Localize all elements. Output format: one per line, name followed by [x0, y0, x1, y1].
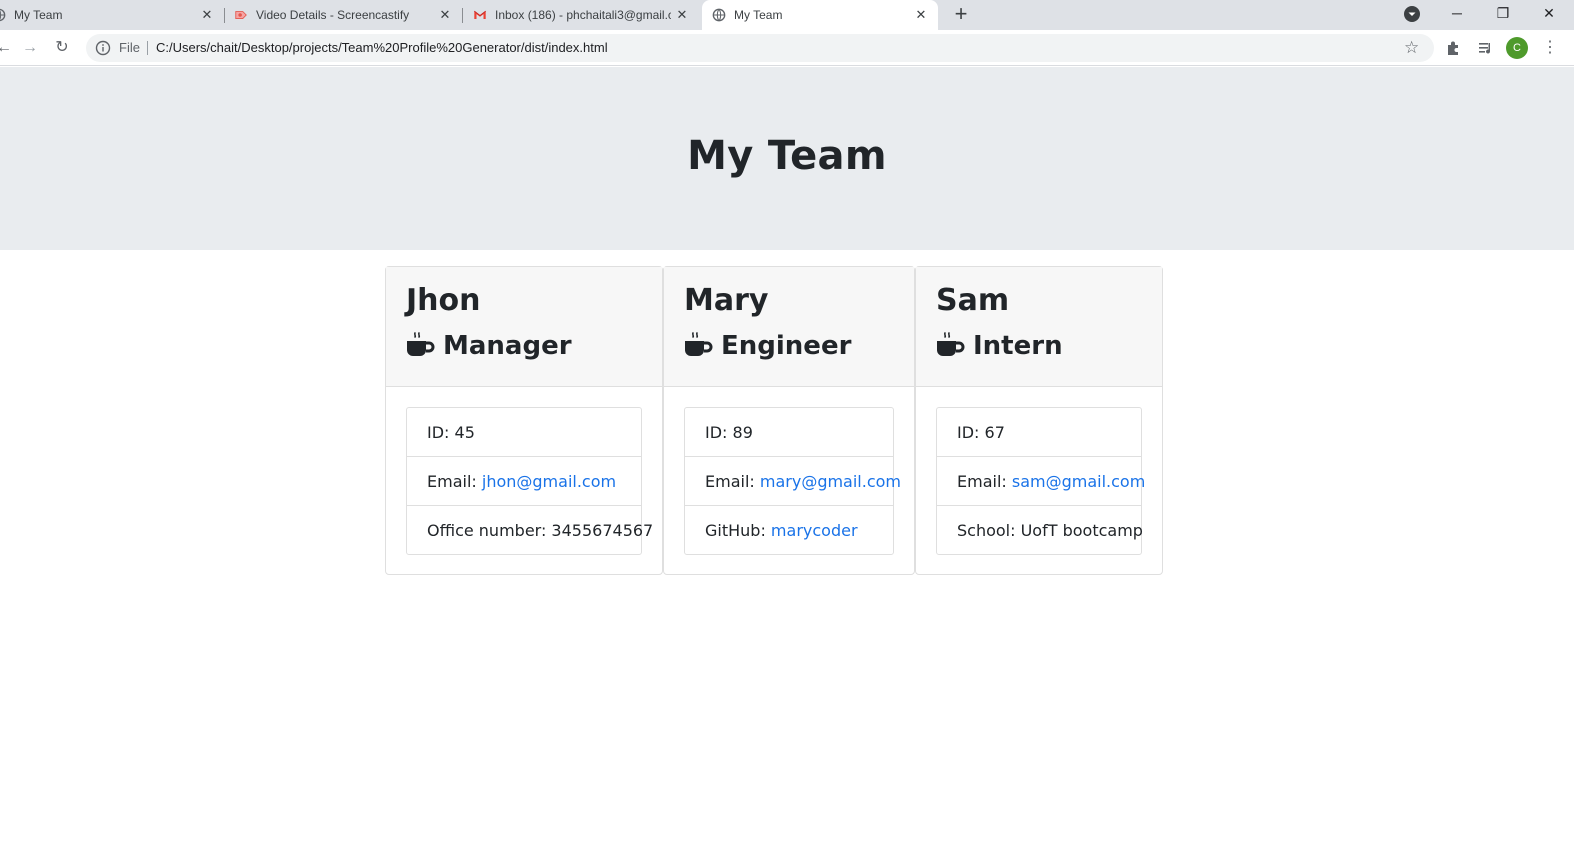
tab-title: My Team — [14, 8, 63, 22]
email-link[interactable]: mary@gmail.com — [760, 472, 901, 491]
close-window-icon[interactable]: ✕ — [1526, 0, 1572, 30]
back-arrow-icon[interactable]: ← — [0, 36, 16, 60]
tab-divider — [462, 8, 463, 23]
reload-icon[interactable]: ↻ — [50, 36, 74, 60]
github-label: GitHub: — [705, 521, 771, 540]
employee-id: ID: 89 — [685, 408, 893, 457]
tab-my-team-1[interactable]: My Team ✕ — [0, 0, 224, 30]
employee-role-label: Manager — [443, 331, 572, 361]
employee-details-list: ID: 67 Email: sam@gmail.com School: UofT… — [936, 407, 1145, 555]
restore-icon[interactable]: ❐ — [1480, 0, 1526, 30]
employee-card-engineer: Mary Engineer ID: 89 Email: mary@gmail.c… — [663, 266, 915, 575]
github-link[interactable]: marycoder — [771, 521, 858, 540]
tab-divider — [224, 8, 225, 23]
more-menu-icon[interactable]: ⋮ — [1540, 36, 1560, 60]
tab-close-icon[interactable]: ✕ — [912, 6, 930, 24]
gmail-icon — [474, 10, 486, 19]
email-link[interactable]: jhon@gmail.com — [482, 472, 616, 491]
employee-github-row: GitHub: marycoder — [685, 506, 893, 554]
employee-email-row: Email: jhon@gmail.com — [407, 457, 641, 506]
tab-video-details[interactable]: Video Details - Screencastify ✕ — [234, 0, 462, 30]
coffee-mug-icon — [937, 332, 965, 356]
employee-role: Intern — [936, 331, 1063, 361]
url-text[interactable]: C:/Users/chait/Desktop/projects/Team%20P… — [156, 40, 608, 55]
globe-icon — [0, 8, 6, 22]
card-header: Sam Intern — [916, 267, 1162, 387]
tab-inbox[interactable]: Inbox (186) - phchaitali3@gmail.com ✕ — [473, 0, 699, 30]
tab-title: My Team — [734, 8, 783, 22]
scheme-label: File — [119, 40, 140, 55]
card-header: Mary Engineer — [664, 267, 914, 387]
employee-details-list: ID: 89 Email: mary@gmail.com GitHub: mar… — [684, 407, 901, 555]
coffee-mug-icon — [407, 332, 435, 356]
minimize-icon[interactable]: ─ — [1434, 0, 1480, 30]
forward-arrow-icon[interactable]: → — [18, 36, 42, 60]
employee-role-label: Intern — [973, 331, 1063, 361]
employee-id: ID: 45 — [407, 408, 641, 457]
email-label: Email: — [957, 472, 1012, 491]
info-icon[interactable] — [95, 40, 111, 56]
email-label: Email: — [705, 472, 760, 491]
employee-name: Mary — [684, 283, 769, 318]
employee-id: ID: 67 — [937, 408, 1141, 457]
employee-school: School: UofT bootcamp — [957, 521, 1143, 540]
coffee-mug-icon — [685, 332, 713, 356]
tab-strip: My Team ✕ Video Details - Screencastify … — [0, 0, 1574, 30]
new-tab-plus-icon[interactable]: + — [948, 2, 974, 28]
tab-close-icon[interactable]: ✕ — [198, 6, 216, 24]
tab-close-icon[interactable]: ✕ — [673, 6, 691, 24]
browser-toolbar: ← → ↻ File C:/Users/chait/Desktop/projec… — [0, 30, 1574, 66]
email-label: Email: — [427, 472, 482, 491]
employee-details-list: ID: 45 Email: jhon@gmail.com Office numb… — [406, 407, 654, 555]
email-link[interactable]: sam@gmail.com — [1012, 472, 1145, 491]
tab-title: Inbox (186) - phchaitali3@gmail.com — [495, 8, 671, 22]
tab-my-team-active[interactable]: My Team ✕ — [702, 0, 938, 30]
employee-name: Jhon — [406, 283, 481, 318]
media-queue-icon[interactable] — [1476, 38, 1496, 58]
address-bar[interactable]: File C:/Users/chait/Desktop/projects/Tea… — [86, 34, 1434, 62]
tab-title: Video Details - Screencastify — [256, 8, 410, 22]
screencastify-icon — [235, 11, 247, 19]
employee-email-row: Email: mary@gmail.com — [685, 457, 901, 506]
employee-role: Manager — [406, 331, 572, 361]
employee-card-manager: Jhon Manager ID: 45 Email: jhon@gmail.co… — [385, 266, 663, 575]
bookmark-star-icon[interactable]: ☆ — [1404, 38, 1419, 58]
globe-icon — [712, 8, 726, 22]
employee-email-row: Email: sam@gmail.com — [937, 457, 1145, 506]
tab-close-icon[interactable]: ✕ — [436, 6, 454, 24]
employee-name: Sam — [936, 283, 1010, 318]
page-title: My Team — [687, 133, 887, 179]
omnibox-divider — [147, 41, 148, 55]
card-header: Jhon Manager — [386, 267, 662, 387]
page-header: My Team — [0, 67, 1574, 250]
employee-office-number: Office number: 3455674567 — [427, 521, 654, 540]
employee-card-intern: Sam Intern ID: 67 Email: sam@gmail.com S… — [915, 266, 1163, 575]
extensions-puzzle-icon[interactable] — [1444, 38, 1464, 58]
profile-avatar[interactable]: C — [1506, 37, 1528, 59]
tab-search-icon[interactable] — [1403, 5, 1421, 23]
employee-role-label: Engineer — [721, 331, 852, 361]
employee-role: Engineer — [684, 331, 851, 361]
